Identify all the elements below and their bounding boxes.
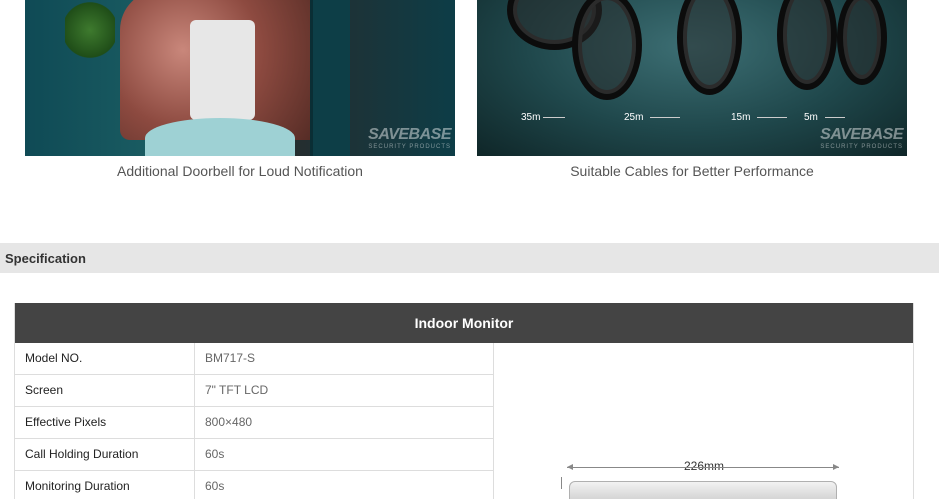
skirt-figure — [145, 118, 295, 156]
width-dimension-line — [567, 464, 839, 470]
doorbell-photo: SAVEBASE SECURITY PRODUCTS — [25, 0, 455, 156]
spec-label: Model NO. — [15, 343, 195, 374]
leader-line — [757, 117, 787, 118]
watermark-text: SAVEBASE — [368, 126, 451, 143]
shirt-figure — [190, 20, 255, 120]
spec-value: 800×480 — [205, 415, 253, 429]
cable-length-label: 15m — [731, 112, 751, 123]
table-row: Call Holding Duration 60s — [15, 439, 494, 471]
spec-label: Screen — [15, 375, 195, 406]
doorbell-caption: Additional Doorbell for Loud Notificatio… — [117, 163, 363, 179]
specification-heading: Specification — [5, 251, 86, 266]
spec-label: Monitoring Duration — [15, 471, 195, 499]
cables-photo: 35m 25m 15m 5m SAVEBASE SECURITY PRODUCT… — [477, 0, 907, 156]
spec-table: Indoor Monitor Model NO. BM717-S Screen … — [14, 303, 914, 499]
cable-length-label: 35m — [521, 112, 541, 123]
cables-caption: Suitable Cables for Better Performance — [570, 163, 814, 179]
spec-value: 7" TFT LCD — [205, 383, 269, 397]
leader-line — [543, 117, 565, 118]
watermark-logo: SAVEBASE SECURITY PRODUCTS — [368, 126, 451, 150]
cable-coil-35m-inner — [572, 0, 642, 100]
table-row: Effective Pixels 800×480 — [15, 407, 494, 439]
watermark-subtext: SECURITY PRODUCTS — [368, 144, 451, 150]
leader-line — [650, 117, 680, 118]
door-frame — [310, 0, 350, 156]
cable-coil-5m — [837, 0, 887, 85]
spec-label: Effective Pixels — [15, 407, 195, 438]
spec-rows: Model NO. BM717-S Screen 7" TFT LCD Effe… — [15, 343, 494, 499]
watermark-subtext: SECURITY PRODUCTS — [820, 144, 903, 150]
spec-table-title: Indoor Monitor — [15, 303, 913, 343]
specification-section-bar: Specification — [0, 243, 939, 273]
monitor-dimension-drawing: 226mm — [494, 343, 914, 499]
width-dimension-label: 226mm — [683, 459, 724, 473]
height-dimension-tick — [561, 477, 562, 489]
spec-value: 60s — [205, 479, 225, 493]
spec-value: 60s — [205, 447, 225, 461]
table-row: Monitoring Duration 60s — [15, 471, 494, 499]
plant-decoration — [65, 0, 115, 60]
table-row: Model NO. BM717-S — [15, 343, 494, 375]
product-page: SAVEBASE SECURITY PRODUCTS Additional Do… — [0, 0, 950, 499]
watermark-text: SAVEBASE — [820, 126, 903, 143]
cable-length-label: 5m — [804, 112, 818, 123]
indoor-monitor-outline — [569, 481, 837, 499]
table-row: Screen 7" TFT LCD — [15, 375, 494, 407]
cable-coil-15m — [777, 0, 837, 90]
spec-label: Call Holding Duration — [15, 439, 195, 470]
leader-line — [825, 117, 845, 118]
cable-length-label: 25m — [624, 112, 644, 123]
cable-coil-25m — [677, 0, 742, 95]
watermark-logo: SAVEBASE SECURITY PRODUCTS — [820, 126, 903, 150]
spec-value: BM717-S — [205, 351, 256, 365]
